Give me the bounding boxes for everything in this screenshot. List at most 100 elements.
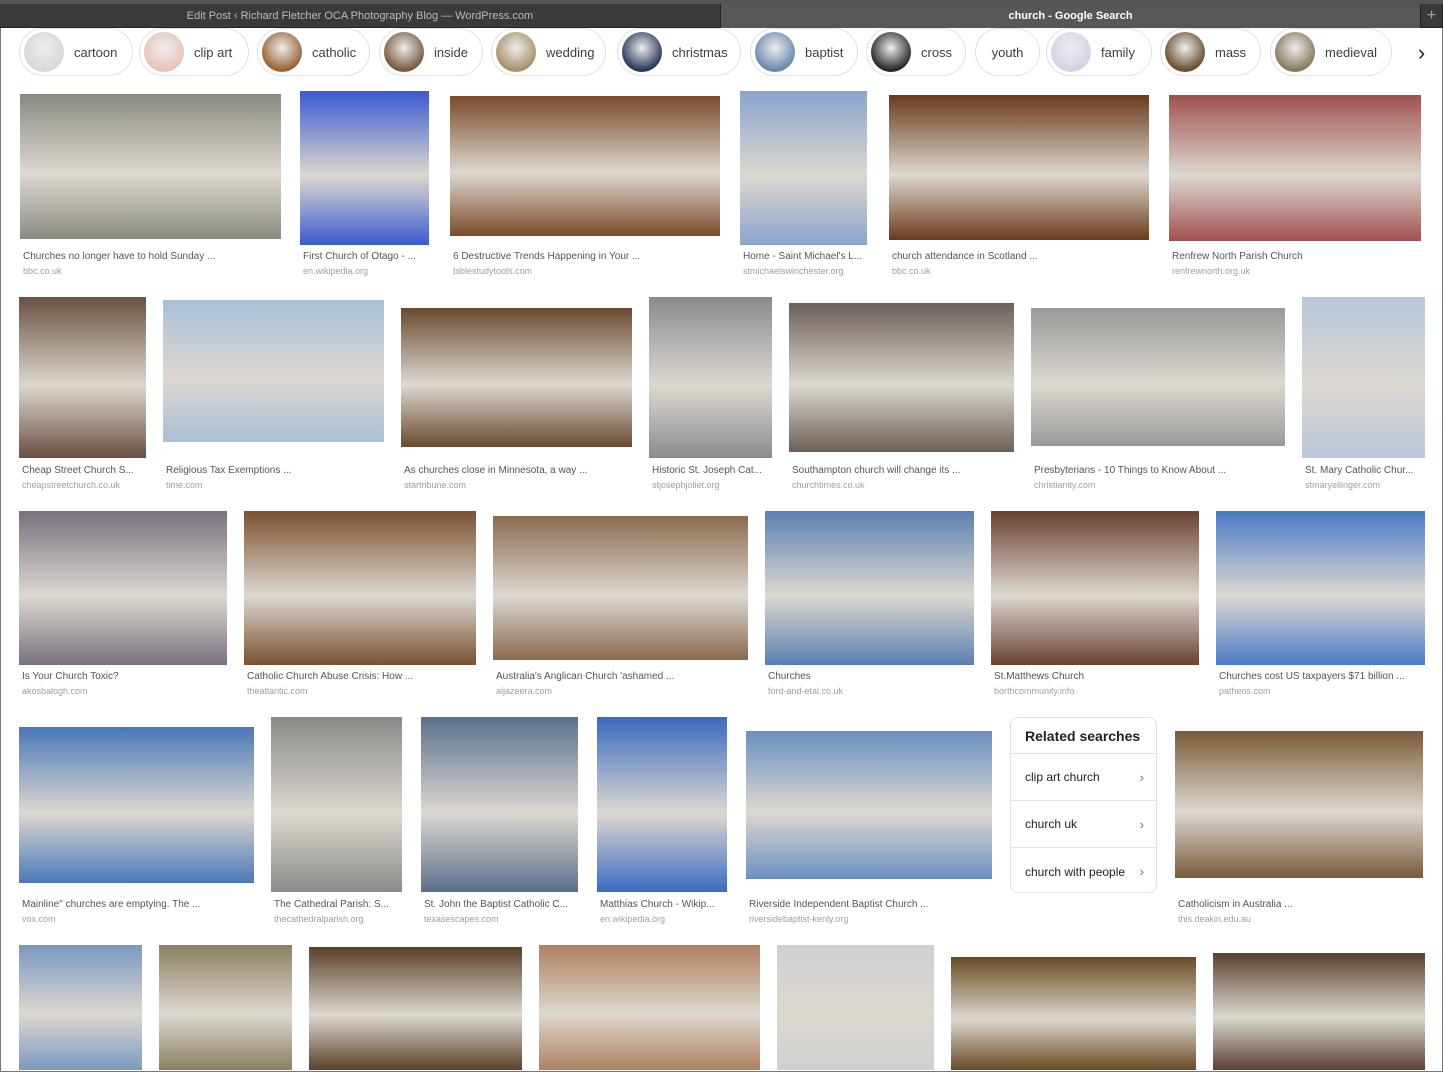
result-thumbnail[interactable] bbox=[19, 297, 146, 458]
result-thumbnail[interactable] bbox=[163, 300, 384, 442]
chip-wedding[interactable]: wedding bbox=[491, 28, 606, 76]
new-tab-button[interactable]: + bbox=[1421, 4, 1443, 28]
chip-thumbnail-icon bbox=[384, 32, 424, 72]
result-title[interactable]: Cheap Street Church S... bbox=[22, 465, 146, 476]
result-domain: renfrewnorth.org.uk bbox=[1172, 266, 1251, 276]
result-thumbnail[interactable] bbox=[271, 717, 402, 892]
result-title[interactable]: The Cathedral Parish: S... bbox=[274, 899, 402, 910]
chip-label: youth bbox=[991, 44, 1024, 60]
result-thumbnail[interactable] bbox=[450, 96, 720, 236]
result-thumbnail[interactable] bbox=[421, 717, 578, 892]
related-search-clip-art-church[interactable]: clip art church › bbox=[1011, 754, 1156, 801]
chip-youth[interactable]: youth bbox=[975, 28, 1040, 76]
chip-label: inside bbox=[434, 44, 468, 60]
result-domain: this.deakin.edu.au bbox=[1178, 914, 1252, 924]
chip-family[interactable]: family bbox=[1046, 28, 1152, 76]
result-thumbnail[interactable] bbox=[765, 511, 974, 665]
result-domain: vox.com bbox=[22, 914, 56, 924]
chip-christmas[interactable]: christmas bbox=[617, 28, 741, 76]
result-thumbnail[interactable] bbox=[244, 511, 476, 665]
result-thumbnail[interactable] bbox=[889, 95, 1149, 240]
result-thumbnail[interactable] bbox=[649, 297, 772, 458]
result-thumbnail[interactable] bbox=[309, 947, 522, 1070]
chip-clip-art[interactable]: clip art bbox=[139, 28, 249, 76]
chip-baptist[interactable]: baptist bbox=[750, 28, 858, 76]
result-title[interactable]: Renfrew North Parish Church bbox=[1172, 251, 1421, 262]
chip-label: baptist bbox=[805, 44, 844, 60]
result-thumbnail[interactable] bbox=[746, 731, 992, 879]
result-domain: texasescapes.com bbox=[424, 914, 499, 924]
chip-thumbnail-icon bbox=[1275, 32, 1315, 72]
result-thumbnail[interactable] bbox=[1031, 308, 1285, 446]
result-title[interactable]: 6 Destructive Trends Happening in Your .… bbox=[453, 251, 720, 262]
result-title[interactable]: Historic St. Joseph Cat... bbox=[652, 465, 772, 476]
tab-wordpress[interactable]: Edit Post ‹ Richard Fletcher OCA Photogr… bbox=[0, 4, 721, 28]
related-search-church-uk[interactable]: church uk › bbox=[1011, 801, 1156, 848]
result-thumbnail[interactable] bbox=[19, 727, 254, 883]
result-title[interactable]: St. Mary Catholic Chur... bbox=[1305, 465, 1425, 476]
result-domain: stmichaelswinchester.org bbox=[743, 266, 844, 276]
result-thumbnail[interactable] bbox=[539, 945, 760, 1070]
result-thumbnail[interactable] bbox=[1302, 297, 1425, 458]
result-title[interactable]: Religious Tax Exemptions ... bbox=[166, 465, 384, 476]
result-title[interactable]: Southampton church will change its ... bbox=[792, 465, 1014, 476]
result-thumbnail[interactable] bbox=[1175, 731, 1423, 878]
result-title[interactable]: Is Your Church Toxic? bbox=[22, 671, 227, 682]
result-title[interactable]: First Church of Otago - ... bbox=[303, 251, 429, 262]
result-title[interactable]: Matthias Church - Wikip... bbox=[600, 899, 727, 910]
result-thumbnail[interactable] bbox=[1169, 95, 1421, 241]
chip-label: cartoon bbox=[74, 44, 118, 60]
result-thumbnail[interactable] bbox=[597, 717, 727, 892]
result-thumbnail[interactable] bbox=[19, 511, 227, 665]
result-title[interactable]: church attendance in Scotland ... bbox=[892, 251, 1149, 262]
chip-cross[interactable]: cross bbox=[866, 28, 966, 76]
result-thumbnail[interactable] bbox=[951, 957, 1196, 1070]
chevron-right-icon: › bbox=[1139, 816, 1144, 832]
chip-cartoon[interactable]: cartoon bbox=[19, 28, 133, 76]
result-title[interactable]: Churches bbox=[768, 671, 974, 682]
result-title[interactable]: Presbyterians - 10 Things to Know About … bbox=[1034, 465, 1285, 476]
result-title[interactable]: As churches close in Minnesota, a way ..… bbox=[404, 465, 632, 476]
result-domain: churchtimes.co.uk bbox=[792, 480, 865, 490]
result-domain: cheapstreetchurch.co.uk bbox=[22, 480, 121, 490]
result-title[interactable]: Home - Saint Michael's L... bbox=[743, 251, 867, 262]
result-title[interactable]: Catholic Church Abuse Crisis: How ... bbox=[247, 671, 476, 682]
chip-inside[interactable]: inside bbox=[379, 28, 483, 76]
result-thumbnail[interactable] bbox=[1216, 511, 1425, 665]
chip-label: family bbox=[1101, 44, 1135, 60]
tab-google-search[interactable]: church - Google Search bbox=[721, 4, 1421, 28]
result-thumbnail[interactable] bbox=[777, 945, 934, 1070]
result-title[interactable]: Catholicism in Australia ... bbox=[1178, 899, 1423, 910]
chip-label: mass bbox=[1215, 44, 1247, 60]
result-thumbnail[interactable] bbox=[20, 94, 281, 239]
related-searches-title: Related searches bbox=[1011, 718, 1156, 754]
result-thumbnail[interactable] bbox=[300, 91, 429, 245]
chip-catholic[interactable]: catholic bbox=[257, 28, 370, 76]
result-title[interactable]: Churches cost US taxpayers $71 billion .… bbox=[1219, 671, 1425, 682]
chip-label: medieval bbox=[1325, 44, 1378, 60]
chip-mass[interactable]: mass bbox=[1160, 28, 1261, 76]
related-search-label: church with people bbox=[1025, 864, 1126, 879]
chip-thumbnail-icon bbox=[144, 32, 184, 72]
result-thumbnail[interactable] bbox=[493, 516, 748, 660]
result-domain: christianity.com bbox=[1034, 480, 1096, 490]
result-thumbnail[interactable] bbox=[991, 511, 1199, 665]
result-thumbnail[interactable] bbox=[19, 945, 142, 1070]
chip-medieval[interactable]: medieval bbox=[1270, 28, 1392, 76]
result-thumbnail[interactable] bbox=[1213, 953, 1425, 1070]
result-title[interactable]: Mainline" churches are emptying. The ... bbox=[22, 899, 254, 910]
result-thumbnail[interactable] bbox=[401, 308, 632, 447]
result-thumbnail[interactable] bbox=[789, 303, 1014, 452]
result-title[interactable]: Riverside Independent Baptist Church ... bbox=[749, 899, 992, 910]
result-title[interactable]: Australia's Anglican Church 'ashamed ... bbox=[496, 671, 748, 682]
result-title[interactable]: St. John the Baptist Catholic C... bbox=[424, 899, 578, 910]
result-title[interactable]: St.Matthews Church bbox=[994, 671, 1199, 682]
result-thumbnail[interactable] bbox=[159, 945, 292, 1070]
chip-thumbnail-icon bbox=[24, 32, 64, 72]
result-thumbnail[interactable] bbox=[740, 91, 867, 245]
result-title[interactable]: Churches no longer have to hold Sunday .… bbox=[23, 251, 281, 262]
related-search-church-with-people[interactable]: church with people › bbox=[1011, 848, 1156, 895]
chip-label: catholic bbox=[312, 44, 357, 60]
chips-next-button[interactable]: › bbox=[1400, 28, 1443, 78]
result-domain: thecathedralparish.org bbox=[274, 914, 364, 924]
